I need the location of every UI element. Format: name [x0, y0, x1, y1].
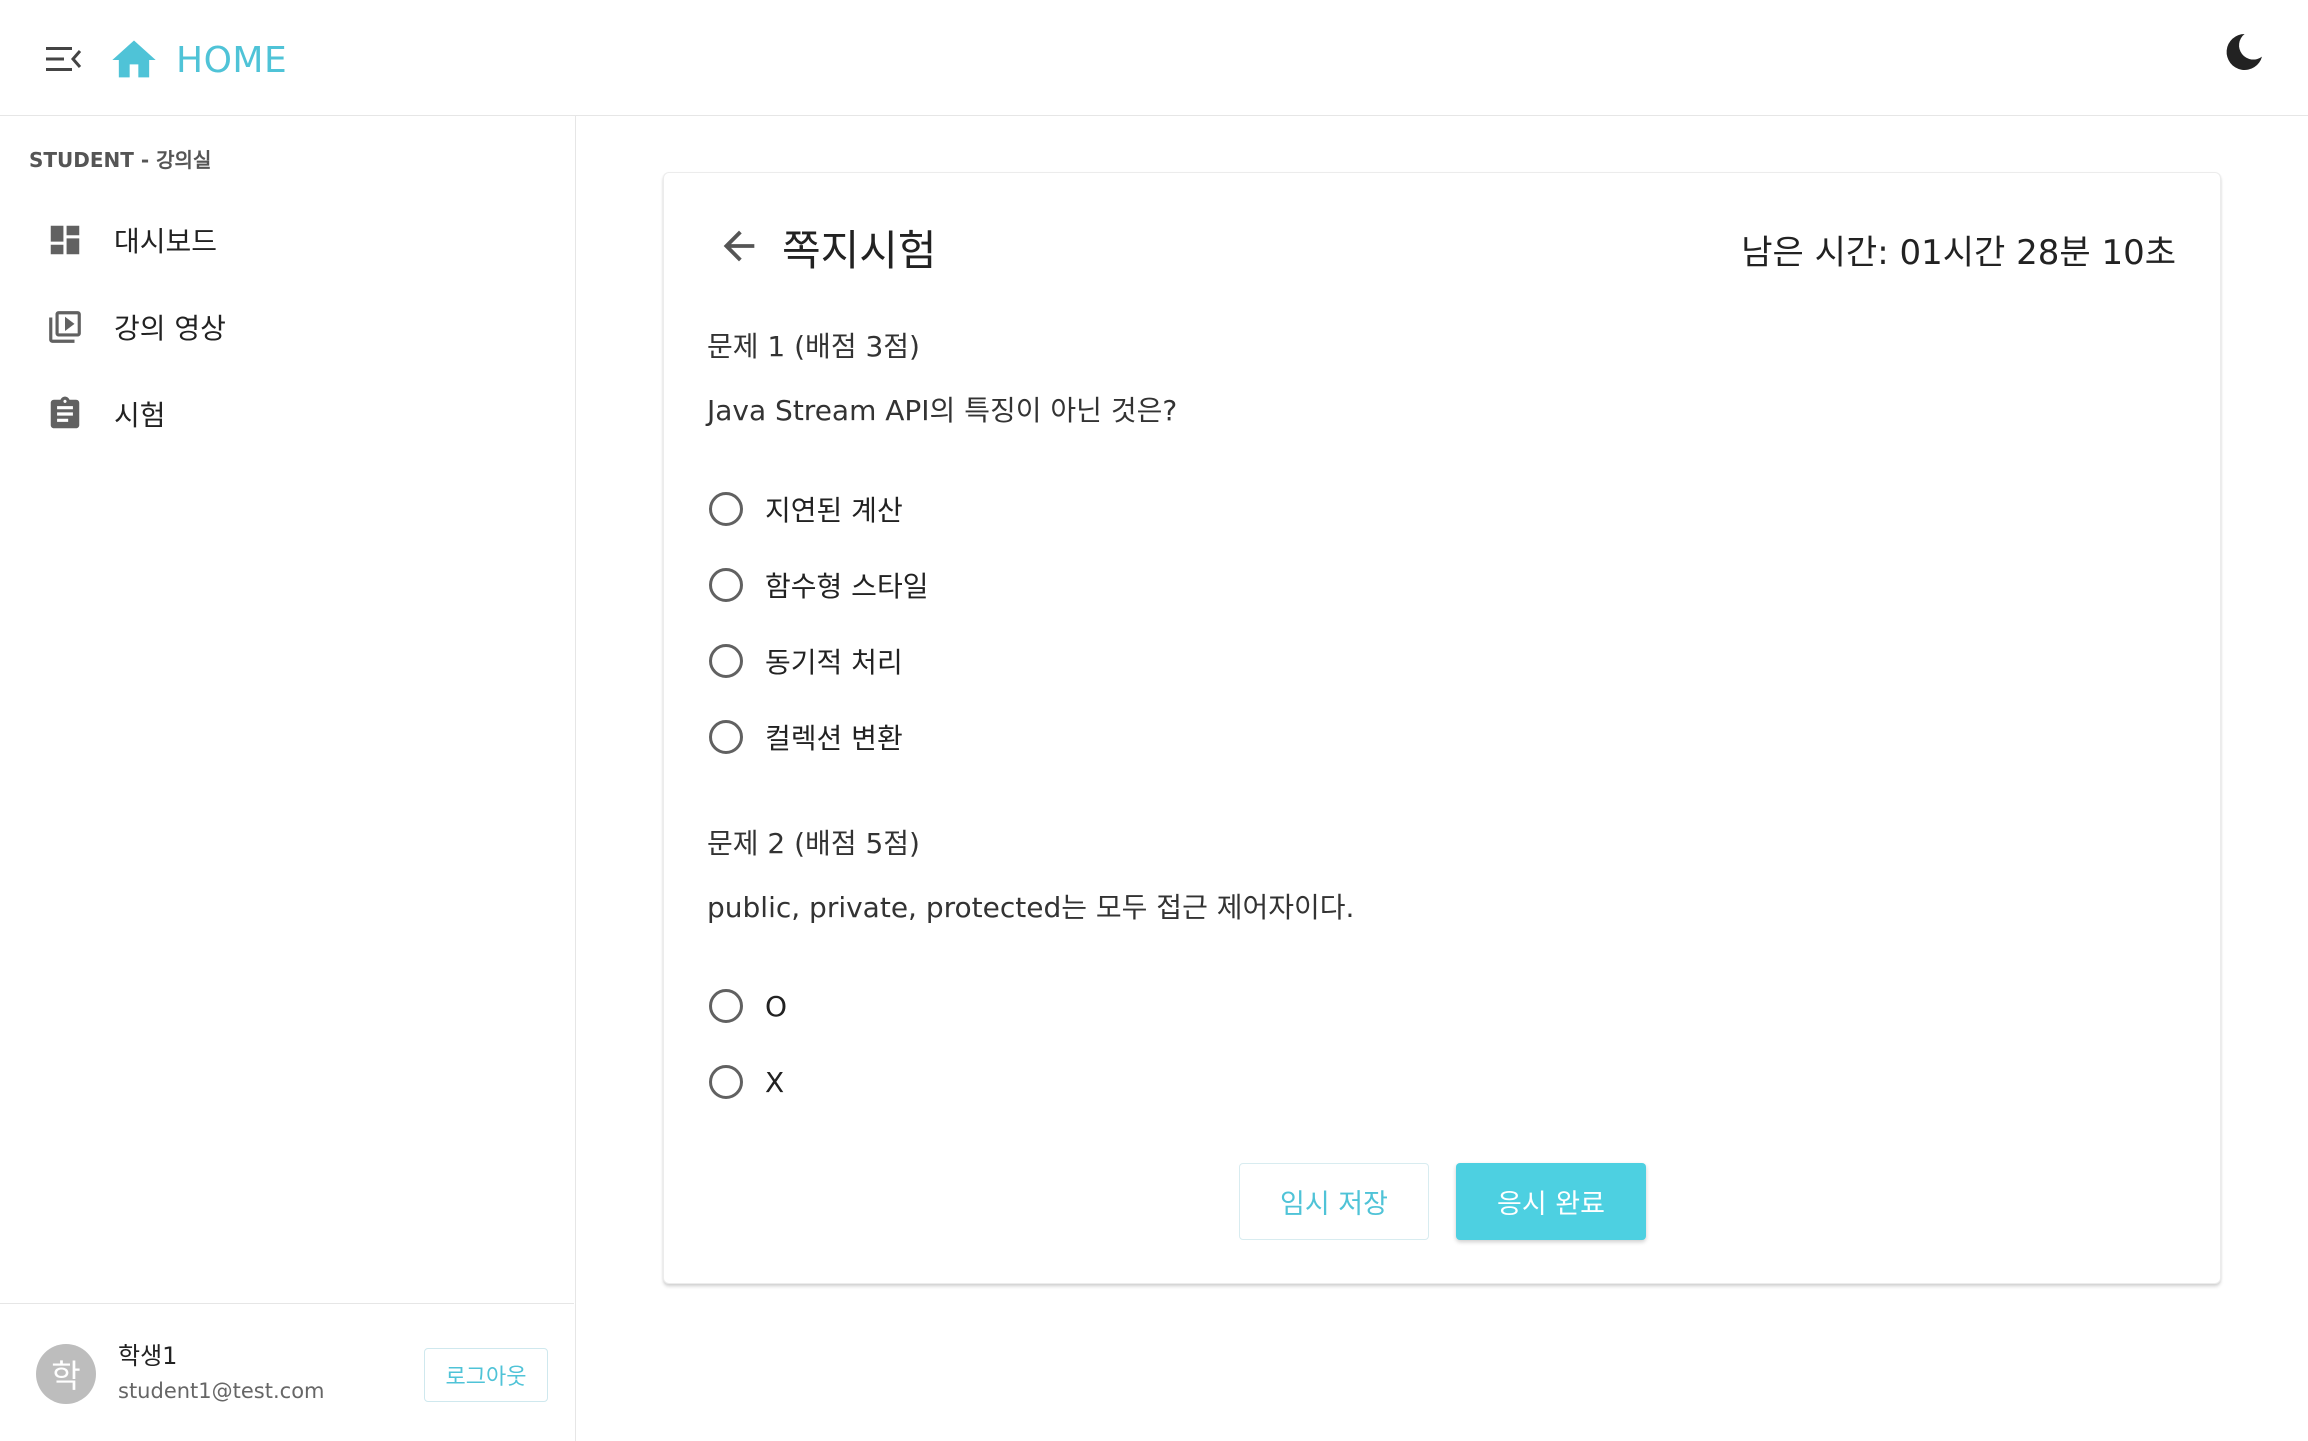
option-radio[interactable]: X [707, 1044, 1354, 1120]
option-radio[interactable]: 컬렉션 변환 [707, 699, 1177, 775]
video-library-icon [49, 310, 81, 343]
home-icon [112, 40, 156, 78]
home-label: HOME [176, 39, 288, 81]
sidebar: STUDENT - 강의실 대시보드 강의 영상 시험 학 학생1 studen… [0, 116, 576, 1441]
radio-circle[interactable] [709, 492, 743, 526]
back-button[interactable] [716, 223, 762, 269]
sidebar-item-dashboard[interactable]: 대시보드 [0, 196, 574, 283]
radio-circle[interactable] [709, 568, 743, 602]
clipboard-icon [50, 396, 80, 428]
option-label: 컬렉션 변환 [765, 722, 903, 755]
home-link[interactable]: HOME [108, 30, 287, 90]
menu-collapse-icon[interactable] [40, 38, 88, 80]
option-label: 동기적 처리 [765, 646, 903, 679]
avatar: 학 [36, 1344, 96, 1404]
sidebar-item-label: 대시보드 [114, 224, 218, 258]
radio-circle[interactable] [709, 989, 743, 1023]
dark-mode-toggle[interactable] [2220, 28, 2268, 76]
sidebar-section-title: STUDENT - 강의실 [29, 148, 212, 172]
option-radio[interactable]: O [707, 968, 1354, 1044]
sidebar-item-label: 강의 영상 [114, 311, 226, 345]
sidebar-item-exam[interactable]: 시험 [0, 370, 574, 457]
question-title: 문제 2 (배점 5점) [707, 827, 920, 860]
question-2: 문제 2 (배점 5점) public, private, protected는… [707, 822, 1354, 1120]
page-title: 쪽지시험 [782, 226, 937, 275]
question-text: public, private, protected는 모두 접근 제어자이다. [707, 891, 1355, 924]
remaining-time: 남은 시간: 01시간 28분 10초 [1741, 233, 2176, 273]
option-label: O [765, 989, 788, 1023]
option-radio[interactable]: 동기적 처리 [707, 623, 1177, 699]
sidebar-item-label: 시험 [114, 398, 166, 432]
question-title: 문제 1 (배점 3점) [707, 330, 920, 363]
user-profile: 학 학생1 student1@test.com 로그아웃 [0, 1303, 574, 1441]
sidebar-nav: 대시보드 강의 영상 시험 [0, 196, 574, 457]
exam-card: 쪽지시험 남은 시간: 01시간 28분 10초 문제 1 (배점 3점) Ja… [663, 172, 2221, 1284]
radio-circle[interactable] [709, 720, 743, 754]
question-options: O X [707, 968, 1354, 1120]
moon-icon [2226, 34, 2262, 70]
user-name: 학생1 [118, 1342, 178, 1370]
app-header: HOME [0, 0, 2308, 116]
sidebar-item-lecture-videos[interactable]: 강의 영상 [0, 283, 574, 370]
submit-exam-button[interactable]: 응시 완료 [1456, 1163, 1646, 1240]
logout-button[interactable]: 로그아웃 [424, 1348, 548, 1402]
question-1: 문제 1 (배점 3점) Java Stream API의 특징이 아닌 것은?… [707, 325, 1177, 775]
user-email: student1@test.com [118, 1379, 325, 1403]
dashboard-icon [50, 225, 80, 254]
option-label: 함수형 스타일 [765, 570, 929, 603]
question-text: Java Stream API의 특징이 아닌 것은? [707, 394, 1178, 427]
temp-save-button[interactable]: 임시 저장 [1239, 1163, 1429, 1240]
option-radio[interactable]: 지연된 계산 [707, 471, 1177, 547]
radio-circle[interactable] [709, 1065, 743, 1099]
radio-circle[interactable] [709, 644, 743, 678]
option-label: X [765, 1065, 785, 1099]
arrow-back-icon [723, 230, 755, 262]
question-options: 지연된 계산 함수형 스타일 동기적 처리 컬렉션 변환 [707, 471, 1177, 775]
option-label: 지연된 계산 [765, 494, 903, 527]
option-radio[interactable]: 함수형 스타일 [707, 547, 1177, 623]
